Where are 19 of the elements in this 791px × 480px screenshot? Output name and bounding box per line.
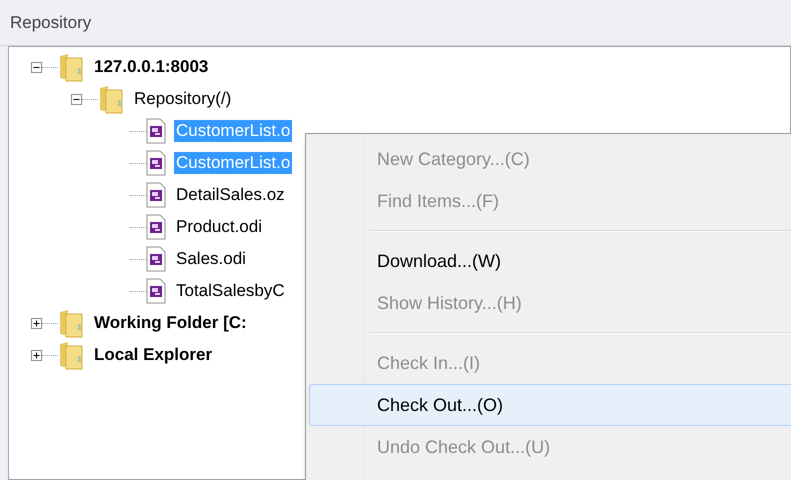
tree-item[interactable]: Local Explorer <box>92 344 214 366</box>
collapse-icon[interactable] <box>71 94 82 104</box>
tree-item[interactable]: 127.0.0.1:8003 <box>92 56 210 78</box>
tree-item[interactable]: TotalSalesbyC <box>174 280 287 302</box>
expand-icon[interactable] <box>31 350 42 360</box>
panel-title: Repository <box>10 12 92 34</box>
folder-icon <box>98 84 124 114</box>
expand-icon[interactable] <box>31 318 42 328</box>
menu-item[interactable]: Check Out...(O) <box>309 384 791 426</box>
folder-icon <box>58 52 84 82</box>
tree-item[interactable]: Product.odi <box>174 216 264 238</box>
folder-icon <box>58 308 84 338</box>
menu-item[interactable]: Download...(W) <box>309 240 791 282</box>
tree-item[interactable]: Sales.odi <box>174 248 248 270</box>
collapse-icon[interactable] <box>31 62 42 72</box>
tree-item[interactable]: Repository(/) <box>132 88 234 110</box>
tree-item[interactable]: DetailSales.oz <box>174 184 287 206</box>
tree-item[interactable]: Working Folder [C: <box>92 312 249 334</box>
folder-icon <box>58 340 84 370</box>
